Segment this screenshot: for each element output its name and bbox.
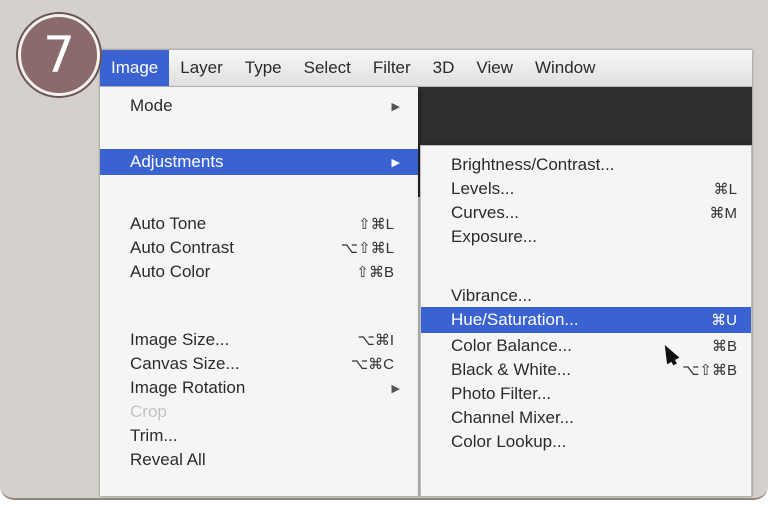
menu-item-auto-contrast[interactable]: Auto Contrast ⌥⇧⌘L — [100, 235, 418, 261]
menu-item-label: Adjustments — [130, 152, 224, 171]
menu-item-brightness-contrast[interactable]: Brightness/Contrast... — [421, 152, 751, 178]
shortcut-label: ⌘B — [711, 338, 737, 355]
menu-item-label: Hue/Saturation... — [451, 310, 579, 329]
submenu-arrow-icon: ▶ — [391, 382, 400, 395]
photoshop-screenshot: Image Layer Type Select Filter 3D View W… — [100, 50, 752, 496]
menu-item-label: Auto Contrast — [130, 238, 234, 257]
menu-item-black-white[interactable]: Black & White... ⌥⇧⌘B — [421, 357, 751, 383]
menu-item-crop: Crop — [100, 399, 418, 425]
submenu-arrow-icon: ▶ — [391, 100, 400, 113]
menu-item-mode[interactable]: Mode ▶ — [100, 93, 418, 119]
menu-item-label: Auto Color — [130, 262, 211, 281]
step-number-badge: 7 — [18, 14, 100, 96]
menu-item-label: Image Rotation — [130, 378, 246, 397]
shortcut-label: ⌥⌘C — [350, 356, 394, 373]
shortcut-label: ⌥⌘I — [357, 332, 394, 349]
menu-type[interactable]: Type — [234, 50, 293, 86]
menu-item-label: Photo Filter... — [451, 384, 552, 403]
menu-bar: Image Layer Type Select Filter 3D View W… — [100, 50, 752, 87]
menu-item-trim[interactable]: Trim... — [100, 423, 418, 449]
shortcut-label: ⌘M — [709, 205, 738, 222]
menu-item-label: Color Balance... — [451, 336, 572, 355]
menu-item-photo-filter[interactable]: Photo Filter... — [421, 381, 751, 407]
menu-item-curves[interactable]: Curves... ⌘M — [421, 200, 751, 226]
menu-item-image-size[interactable]: Image Size... ⌥⌘I — [100, 327, 418, 353]
menu-item-label: Mode — [130, 96, 173, 115]
menu-item-label: Reveal All — [130, 450, 206, 469]
shortcut-label: ⇧⌘L — [358, 216, 394, 233]
menu-item-vibrance[interactable]: Vibrance... — [421, 283, 751, 309]
menu-item-label: Image Size... — [130, 330, 230, 349]
shortcut-label: ⌘U — [711, 312, 737, 329]
menu-item-label: Channel Mixer... — [451, 408, 574, 427]
menu-item-auto-color[interactable]: Auto Color ⇧⌘B — [100, 259, 418, 285]
menu-item-label: Color Lookup... — [451, 432, 567, 451]
menu-item-reveal-all[interactable]: Reveal All — [100, 447, 418, 473]
menu-item-label: Brightness/Contrast... — [451, 155, 615, 174]
menu-image[interactable]: Image — [100, 50, 170, 86]
menu-select[interactable]: Select — [293, 50, 362, 86]
image-menu: Mode ▶ Adjustments ▶ Auto Tone ⇧⌘L Auto … — [100, 87, 418, 496]
submenu-arrow-icon: ▶ — [391, 156, 400, 169]
menu-item-color-balance[interactable]: Color Balance... ⌘B — [421, 333, 751, 359]
shortcut-label: ⌘L — [713, 181, 737, 198]
adjustments-submenu: Brightness/Contrast... Levels... ⌘L Curv… — [420, 145, 752, 496]
menu-item-label: Canvas Size... — [130, 354, 240, 373]
menu-item-adjustments[interactable]: Adjustments ▶ — [100, 149, 418, 175]
menu-item-auto-tone[interactable]: Auto Tone ⇧⌘L — [100, 211, 418, 237]
shortcut-label: ⌥⇧⌘B — [682, 362, 737, 379]
menu-3d[interactable]: 3D — [422, 50, 466, 86]
tutorial-panel: 7 Image Layer Type Select Filter 3D View… — [0, 0, 768, 500]
menu-item-color-lookup[interactable]: Color Lookup... — [421, 429, 751, 455]
menu-item-channel-mixer[interactable]: Channel Mixer... — [421, 405, 751, 431]
menu-window[interactable]: Window — [524, 50, 606, 86]
menu-item-label: Curves... — [451, 203, 520, 222]
shortcut-label: ⌥⇧⌘L — [340, 240, 394, 257]
menu-view[interactable]: View — [465, 50, 524, 86]
menu-item-label: Trim... — [130, 426, 178, 445]
menu-item-label: Auto Tone — [130, 214, 207, 233]
menu-item-label: Crop — [130, 402, 167, 421]
menu-filter[interactable]: Filter — [362, 50, 422, 86]
shortcut-label: ⇧⌘B — [356, 264, 394, 281]
menu-item-label: Exposure... — [451, 227, 537, 246]
menu-item-label: Levels... — [451, 179, 515, 198]
menu-item-hue-saturation[interactable]: Hue/Saturation... ⌘U — [421, 307, 751, 333]
menu-item-label: Black & White... — [451, 360, 571, 379]
menu-item-image-rotation[interactable]: Image Rotation ▶ — [100, 375, 418, 401]
menu-layer[interactable]: Layer — [169, 50, 234, 86]
menu-item-levels[interactable]: Levels... ⌘L — [421, 176, 751, 202]
menu-item-canvas-size[interactable]: Canvas Size... ⌥⌘C — [100, 351, 418, 377]
menu-item-label: Vibrance... — [451, 286, 532, 305]
menu-item-exposure[interactable]: Exposure... — [421, 224, 751, 250]
